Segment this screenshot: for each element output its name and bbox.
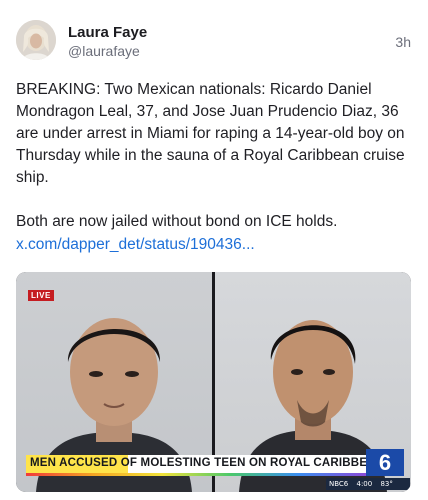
post-card[interactable]: Laura Faye @laurafaye 3h BREAKING: Two M… xyxy=(0,0,428,500)
post-link[interactable]: x.com/dapper_det/status/190436... xyxy=(16,236,255,254)
post-paragraph-1: BREAKING: Two Mexican nationals: Ricardo… xyxy=(16,81,409,186)
nbc6-logo-icon: 6 xyxy=(366,449,404,476)
post-text: BREAKING: Two Mexican nationals: Ricardo… xyxy=(16,79,416,255)
ticker-station: NBC6 xyxy=(329,480,349,488)
news-lower-third: MEN ACCUSED OF MOLESTING TEEN ON ROYAL C… xyxy=(26,455,366,476)
live-badge: LIVE xyxy=(28,290,54,301)
news-headline: MEN ACCUSED OF MOLESTING TEEN ON ROYAL C… xyxy=(30,457,366,469)
rainbow-stripe xyxy=(26,473,366,476)
ticker-temp: 83° xyxy=(380,480,393,488)
avatar-photo-icon xyxy=(16,20,56,60)
news-ticker: NBC6 4:00 83° xyxy=(326,478,410,490)
author-name[interactable]: Laura Faye xyxy=(68,24,147,41)
media-image[interactable]: LIVE MEN ACCUSED OF MOLESTING TEEN ON RO… xyxy=(16,272,411,492)
post-timestamp: 3h xyxy=(395,34,411,50)
post-paragraph-2: Both are now jailed without bond on ICE … xyxy=(16,213,338,230)
author-avatar[interactable] xyxy=(16,20,56,60)
ticker-time: 4:00 xyxy=(356,480,373,488)
author-handle[interactable]: @laurafaye xyxy=(68,43,140,59)
